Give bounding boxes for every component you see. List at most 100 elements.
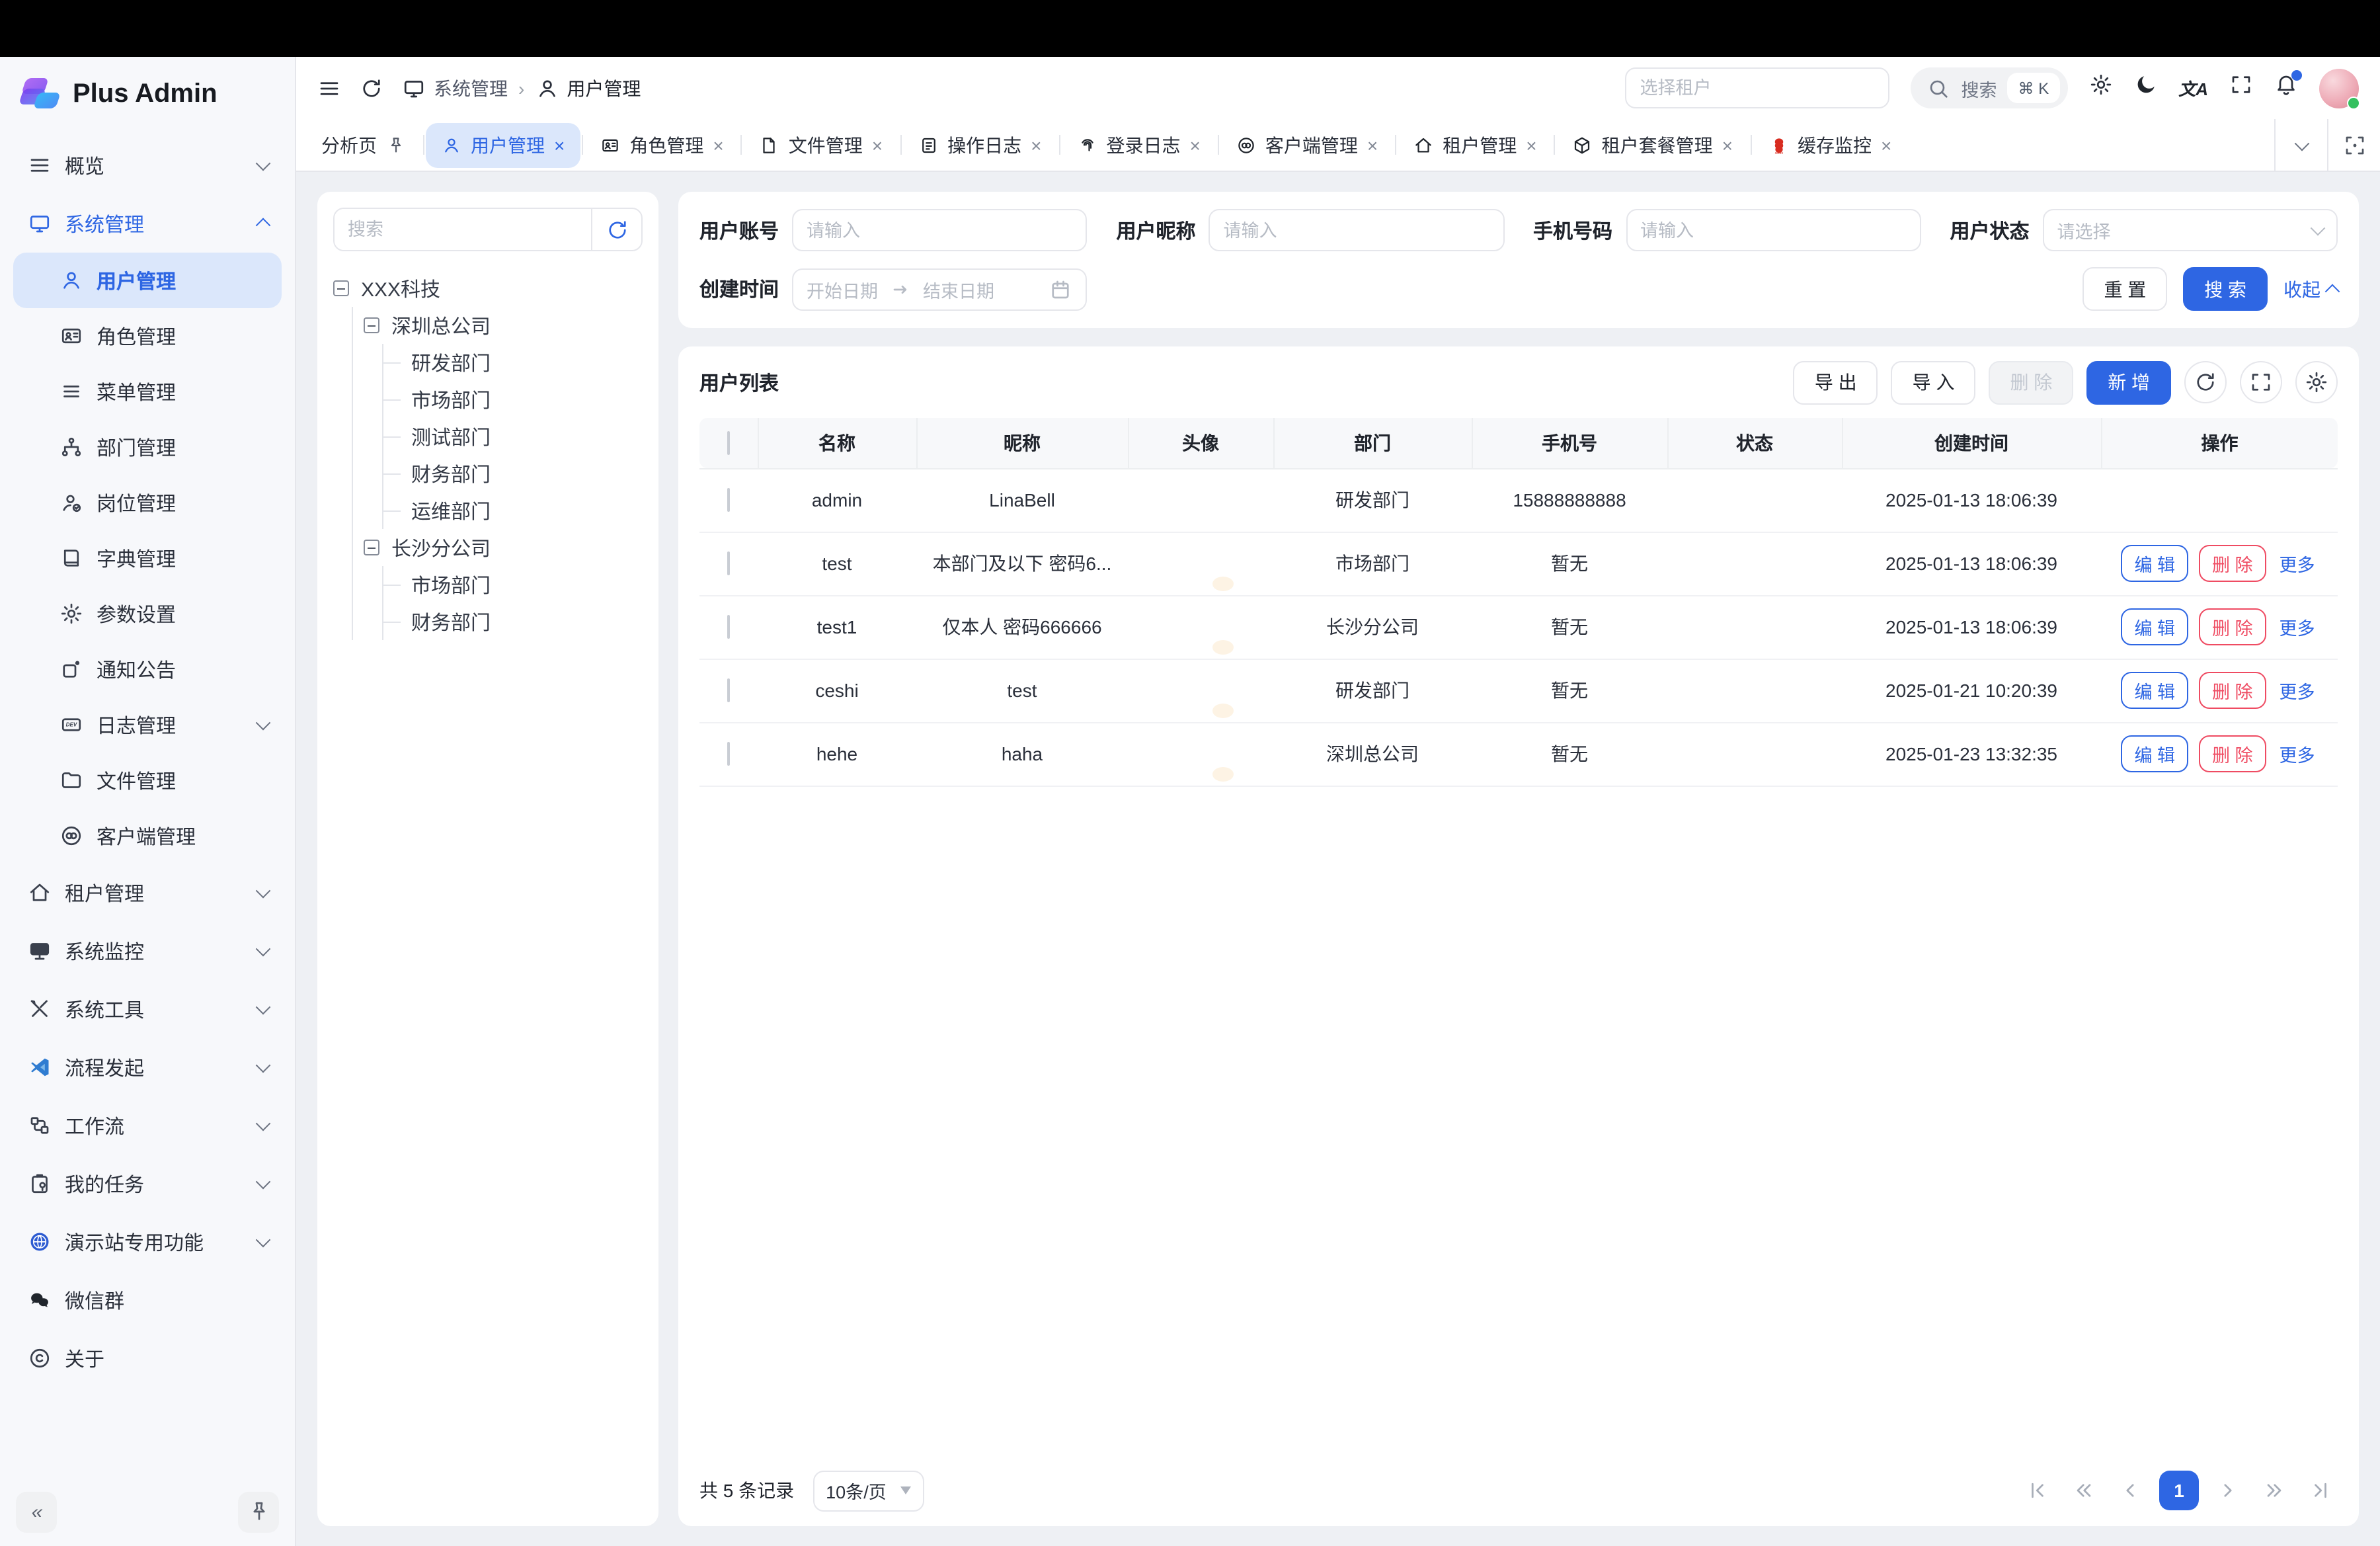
close-icon[interactable]: ×	[872, 136, 883, 154]
content-fullscreen-button[interactable]	[2327, 119, 2380, 171]
collapse-box-icon[interactable]	[333, 280, 349, 296]
sidebar-item-about[interactable]: 关于	[13, 1329, 282, 1387]
dark-mode-button[interactable]	[2133, 73, 2157, 103]
tab-users[interactable]: 用户管理×	[426, 122, 580, 167]
tree-node-company[interactable]: 深圳总公司	[364, 307, 643, 344]
breadcrumb-users[interactable]: 用户管理	[567, 75, 641, 101]
export-button[interactable]: 导 出	[1794, 360, 1878, 404]
more-button[interactable]: 更多	[2277, 608, 2318, 645]
edit-button[interactable]: 编 辑	[2121, 608, 2188, 645]
close-icon[interactable]: ×	[1031, 136, 1041, 154]
prev-page-button[interactable]	[2113, 1473, 2147, 1508]
row-checkbox[interactable]	[727, 615, 730, 639]
delete-row-button[interactable]: 删 除	[2199, 608, 2266, 645]
edit-button[interactable]: 编 辑	[2121, 672, 2188, 709]
sidebar-item-users[interactable]: 用户管理	[13, 253, 282, 308]
date-range-picker[interactable]: 开始日期 结束日期	[792, 268, 1087, 310]
sidebar-item-logs[interactable]: DEV日志管理	[13, 697, 282, 753]
tree-refresh-button[interactable]	[591, 209, 641, 250]
sidebar-item-roles[interactable]: 角色管理	[13, 308, 282, 364]
sidebar-item-dicts[interactable]: 字典管理	[13, 530, 282, 586]
refresh-icon[interactable]	[360, 76, 383, 100]
close-icon[interactable]: ×	[1367, 136, 1378, 154]
account-input[interactable]	[792, 209, 1087, 251]
row-checkbox[interactable]	[727, 488, 730, 512]
edit-button[interactable]: 编 辑	[2121, 735, 2188, 772]
table-refresh-button[interactable]	[2184, 361, 2227, 403]
tree-node-branch[interactable]: 长沙分公司	[364, 529, 643, 566]
sidebar-item-files[interactable]: 文件管理	[13, 753, 282, 808]
sidebar-item-params[interactable]: 参数设置	[13, 586, 282, 641]
tab-files[interactable]: 文件管理×	[744, 122, 898, 167]
table-fullscreen-button[interactable]	[2240, 361, 2282, 403]
close-icon[interactable]: ×	[1722, 136, 1733, 154]
sidebar-pin-button[interactable]	[238, 1491, 279, 1532]
tab-clients[interactable]: 客户端管理×	[1220, 122, 1394, 167]
reset-button[interactable]: 重 置	[2082, 267, 2167, 311]
sidebar-collapse-button[interactable]: «	[16, 1491, 57, 1532]
global-search[interactable]: 搜索 ⌘ K	[1911, 67, 2068, 108]
table-settings-button[interactable]	[2295, 361, 2338, 403]
tree-leaf[interactable]: 财务部门	[383, 455, 643, 492]
tab-analysis[interactable]: 分析页	[305, 122, 422, 167]
collapse-filters-link[interactable]: 收起	[2283, 276, 2338, 302]
tab-login-logs[interactable]: 登录日志×	[1062, 122, 1216, 167]
tree-leaf[interactable]: 市场部门	[383, 566, 643, 603]
sidebar-item-notices[interactable]: 通知公告	[13, 641, 282, 697]
next-5-pages-button[interactable]	[2257, 1473, 2291, 1508]
tab-tenants[interactable]: 租户管理×	[1398, 122, 1552, 167]
sidebar-item-clients[interactable]: 客户端管理	[13, 808, 282, 864]
sidebar-item-overview[interactable]: 概览	[13, 136, 282, 194]
nickname-input[interactable]	[1209, 209, 1504, 251]
close-icon[interactable]: ×	[1190, 136, 1201, 154]
delete-row-button[interactable]: 删 除	[2199, 672, 2266, 709]
sidebar-item-monitor[interactable]: 系统监控	[13, 922, 282, 980]
sidebar-item-tasks[interactable]: 我的任务	[13, 1155, 282, 1213]
breadcrumb-system[interactable]: 系统管理	[434, 75, 508, 101]
tree-leaf[interactable]: 财务部门	[383, 603, 643, 640]
tree-leaf[interactable]: 市场部门	[383, 381, 643, 418]
user-avatar[interactable]	[2319, 68, 2359, 108]
collapse-box-icon[interactable]	[364, 540, 379, 555]
close-icon[interactable]: ×	[554, 136, 565, 154]
fullscreen-button[interactable]	[2229, 73, 2253, 103]
sidebar-item-tenants[interactable]: 租户管理	[13, 864, 282, 922]
delete-button[interactable]: 删 除	[1989, 360, 2073, 404]
more-button[interactable]: 更多	[2277, 735, 2318, 772]
tabs-dropdown-button[interactable]	[2274, 119, 2327, 171]
more-button[interactable]: 更多	[2277, 672, 2318, 709]
sidebar-item-system[interactable]: 系统管理	[13, 194, 282, 253]
tree-search-input[interactable]	[335, 209, 591, 250]
tab-roles[interactable]: 角色管理×	[584, 122, 739, 167]
row-checkbox[interactable]	[727, 551, 730, 575]
sidebar-item-departments[interactable]: 部门管理	[13, 419, 282, 475]
row-checkbox[interactable]	[727, 742, 730, 766]
hamburger-icon[interactable]	[317, 76, 341, 100]
current-page[interactable]: 1	[2159, 1471, 2199, 1510]
row-checkbox[interactable]	[727, 678, 730, 702]
last-page-button[interactable]	[2303, 1473, 2338, 1508]
delete-row-button[interactable]: 删 除	[2199, 735, 2266, 772]
sidebar-item-workflow[interactable]: 工作流	[13, 1096, 282, 1155]
sidebar-item-posts[interactable]: 岗位管理	[13, 475, 282, 530]
prev-5-pages-button[interactable]	[2067, 1473, 2101, 1508]
sidebar-item-wechat[interactable]: 微信群	[13, 1271, 282, 1329]
language-button[interactable]: 文A	[2178, 75, 2208, 101]
select-all-checkbox[interactable]	[727, 431, 730, 455]
search-button[interactable]: 搜 索	[2183, 267, 2268, 311]
sidebar-item-menus[interactable]: 菜单管理	[13, 364, 282, 419]
add-button[interactable]: 新 增	[2086, 360, 2171, 404]
page-size-select[interactable]: 10条/页	[813, 1470, 924, 1511]
tree-leaf[interactable]: 运维部门	[383, 492, 643, 529]
import-button[interactable]: 导 入	[1891, 360, 1976, 404]
tree-leaf[interactable]: 研发部门	[383, 344, 643, 381]
sidebar-item-demo[interactable]: 演示站专用功能	[13, 1213, 282, 1271]
delete-row-button[interactable]: 删 除	[2199, 545, 2266, 582]
tab-op-logs[interactable]: 操作日志×	[902, 122, 1057, 167]
first-page-button[interactable]	[2020, 1473, 2055, 1508]
tab-tenant-plans[interactable]: 租户套餐管理×	[1557, 122, 1749, 167]
phone-input[interactable]	[1626, 209, 1921, 251]
more-button[interactable]: 更多	[2277, 545, 2318, 582]
next-page-button[interactable]	[2211, 1473, 2245, 1508]
edit-button[interactable]: 编 辑	[2121, 545, 2188, 582]
